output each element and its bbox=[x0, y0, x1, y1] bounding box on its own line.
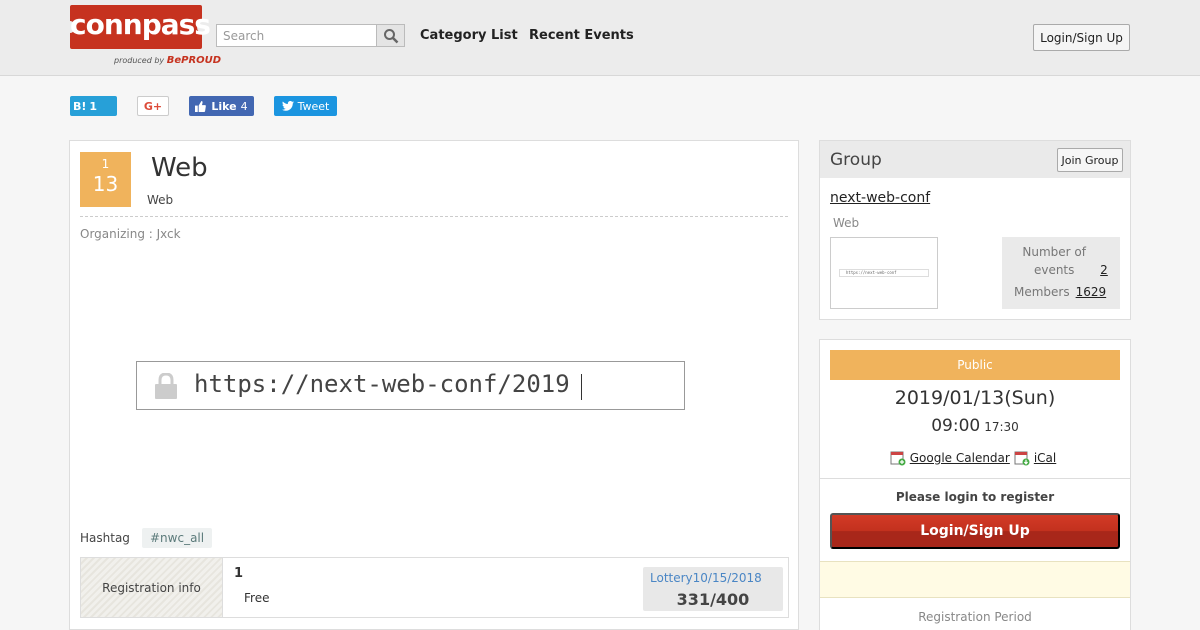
start-time: 09:00 bbox=[931, 416, 981, 436]
group-heading: Group bbox=[830, 150, 882, 170]
title-divider bbox=[80, 216, 788, 217]
members-stat: Members 1629 bbox=[1014, 285, 1106, 299]
tweet-label: Tweet bbox=[297, 99, 330, 113]
like-count: 4 bbox=[240, 99, 248, 113]
google-plus-icon: G+ bbox=[143, 99, 163, 113]
visibility-badge: Public bbox=[830, 350, 1120, 380]
lock-icon bbox=[155, 373, 177, 399]
connpass-logo[interactable]: connpass produced by BePROUD bbox=[65, 5, 221, 69]
hatena-count: 1 bbox=[89, 99, 98, 113]
members-label: Members bbox=[1014, 285, 1070, 299]
site-header: connpass produced by BePROUD Category Li… bbox=[0, 0, 1200, 76]
logo-tagline-prefix: produced by bbox=[114, 56, 165, 65]
event-title: Web bbox=[151, 153, 208, 183]
events-stat: Number of events 2 bbox=[1002, 243, 1120, 279]
group-stats: Number of events 2 Members 1629 bbox=[1002, 237, 1120, 309]
event-info-card: Public 2019/01/13(Sun) 09:00 17:30 Google… bbox=[819, 339, 1131, 630]
group-description: Web bbox=[833, 216, 860, 230]
login-prompt: Please login to register bbox=[895, 490, 1055, 504]
nav-recent-events[interactable]: Recent Events bbox=[529, 28, 634, 43]
calendar-add-icon bbox=[890, 451, 906, 466]
logo-tagline-brand: BePROUD bbox=[166, 55, 222, 66]
thumbnail-url: https://next-web-conf bbox=[839, 269, 929, 277]
ical-download-icon bbox=[1014, 451, 1030, 466]
hatena-bookmark-button[interactable]: B! 1 bbox=[70, 96, 117, 116]
events-count-link[interactable]: 2 bbox=[1100, 263, 1108, 277]
event-time: 09:00 17:30 bbox=[820, 416, 1130, 436]
search-form bbox=[216, 24, 405, 47]
notice-bar bbox=[820, 561, 1130, 598]
event-organizer: Organizing : Jxck bbox=[80, 227, 181, 241]
group-card: Group Join Group next-web-conf Web https… bbox=[819, 140, 1131, 320]
event-main-card: 1 13 Web Web Organizing : Jxck https://n… bbox=[69, 140, 799, 630]
search-button[interactable] bbox=[376, 24, 405, 47]
registration-table: Registration info 1 Free Lottery10/15/20… bbox=[80, 557, 789, 618]
ticket-name: 1 bbox=[234, 566, 244, 581]
join-group-button[interactable]: Join Group bbox=[1057, 148, 1123, 172]
tweet-button[interactable]: Tweet bbox=[274, 96, 337, 116]
members-count-link[interactable]: 1629 bbox=[1076, 285, 1107, 299]
twitter-bird-icon bbox=[281, 101, 294, 111]
facebook-like-button[interactable]: Like 4 bbox=[189, 96, 254, 116]
register-login-button[interactable]: Login/Sign Up bbox=[830, 513, 1120, 549]
ticket-price: Free bbox=[244, 591, 270, 605]
text-cursor bbox=[581, 374, 582, 400]
ticket-capacity-box: Lottery10/15/2018 331/400 bbox=[643, 567, 783, 611]
google-plus-button[interactable]: G+ bbox=[137, 96, 169, 116]
ical-link[interactable]: iCal bbox=[1034, 451, 1056, 465]
hashtag-link[interactable]: #nwc_all bbox=[142, 528, 213, 548]
hatena-icon: B! bbox=[73, 99, 87, 113]
lottery-date: Lottery10/15/2018 bbox=[650, 571, 762, 585]
logo-tagline: produced by BePROUD bbox=[114, 55, 221, 66]
end-time: 17:30 bbox=[984, 420, 1019, 434]
thumbs-up-icon bbox=[195, 100, 207, 112]
registration-label: Registration info bbox=[81, 558, 223, 617]
logo-text: connpass bbox=[70, 8, 211, 41]
event-date: 2019/01/13(Sun) bbox=[894, 387, 1056, 409]
group-header: Group Join Group bbox=[820, 141, 1130, 178]
registration-period-label: Registration Period bbox=[918, 610, 1032, 624]
like-label: Like bbox=[211, 99, 237, 113]
hashtag-label: Hashtag bbox=[80, 531, 130, 545]
section-divider bbox=[820, 478, 1130, 479]
event-subtitle: Web bbox=[147, 193, 174, 207]
search-input[interactable] bbox=[216, 24, 377, 47]
group-thumbnail[interactable]: https://next-web-conf bbox=[830, 237, 938, 309]
header-login-button[interactable]: Login/Sign Up bbox=[1033, 24, 1130, 51]
google-calendar-link[interactable]: Google Calendar bbox=[910, 451, 1010, 465]
event-cover-image: https://next-web-conf/2019 bbox=[136, 361, 685, 410]
search-icon bbox=[383, 28, 398, 43]
nav-category-list[interactable]: Category List bbox=[420, 28, 518, 43]
event-month: 1 bbox=[101, 157, 110, 171]
events-label: Number of events bbox=[1022, 245, 1086, 277]
event-date-badge: 1 13 bbox=[80, 152, 131, 207]
group-name-link[interactable]: next-web-conf bbox=[830, 190, 930, 206]
cover-url-text: https://next-web-conf/2019 bbox=[194, 370, 570, 398]
participant-count: 331/400 bbox=[676, 590, 750, 609]
calendar-links: Google Calendar iCal bbox=[820, 450, 1130, 466]
event-day: 13 bbox=[92, 172, 119, 196]
